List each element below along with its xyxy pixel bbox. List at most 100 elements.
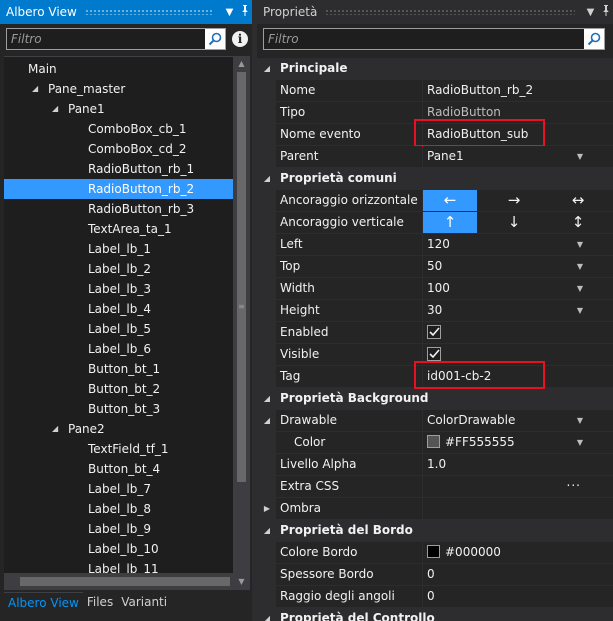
property-value[interactable]: #FF555555	[423, 432, 613, 453]
tab-varianti[interactable]: Varianti	[117, 592, 171, 612]
tab-albero-view[interactable]: Albero View	[4, 592, 83, 612]
anchor-option[interactable]: ↕	[551, 212, 605, 233]
drag-grip[interactable]	[84, 9, 214, 15]
property-value[interactable]: ← → ↔	[423, 190, 613, 211]
property-value[interactable]: 0	[423, 586, 613, 607]
tree-node[interactable]: Label_lb_8	[4, 499, 233, 519]
pin-icon[interactable]	[237, 5, 252, 19]
anchor-option[interactable]: ↓	[487, 212, 541, 233]
tree-node[interactable]: ◢ Pane2	[4, 419, 233, 439]
property-value[interactable]: 30	[423, 300, 613, 321]
expanded-triangle-icon[interactable]: ◢	[262, 520, 272, 541]
checkbox[interactable]	[427, 325, 441, 339]
anchor-option[interactable]: ←	[423, 190, 477, 211]
property-value[interactable]	[423, 344, 613, 365]
color-swatch[interactable]	[427, 435, 440, 448]
tree-node[interactable]: Label_lb_4	[4, 299, 233, 319]
tree-node[interactable]: Button_bt_1	[4, 359, 233, 379]
hscroll-thumb[interactable]	[20, 577, 230, 586]
expanded-triangle-icon[interactable]: ◢	[262, 168, 272, 189]
tree-node[interactable]: ◢ Pane_master	[4, 79, 233, 99]
tree-node[interactable]: ComboBox_cd_2	[4, 139, 233, 159]
tree-horizontal-scrollbar[interactable]	[4, 573, 233, 590]
property-category[interactable]: ◢ Proprietà del Controllo	[257, 608, 613, 621]
property-value[interactable]: 50	[423, 256, 613, 277]
expanded-triangle-icon[interactable]: ◢	[52, 419, 58, 439]
tree-node[interactable]: Label_lb_10	[4, 539, 233, 559]
tree-node[interactable]: Button_bt_4	[4, 459, 233, 479]
tree-node[interactable]: Label_lb_9	[4, 519, 233, 539]
expanded-triangle-icon[interactable]: ◢	[262, 58, 272, 79]
chevron-down-icon[interactable]: ▼	[577, 410, 583, 431]
tree-node[interactable]: RadioButton_rb_1	[4, 159, 233, 179]
tree-node[interactable]: ComboBox_cb_1	[4, 119, 233, 139]
property-value[interactable]	[423, 322, 613, 343]
properties-title-bar[interactable]: Proprietà ▼	[257, 0, 613, 24]
property-value[interactable]: Pane1	[423, 146, 613, 167]
chevron-down-icon[interactable]: ▼	[577, 278, 583, 299]
info-icon[interactable]: i	[232, 31, 248, 47]
expanded-triangle-icon[interactable]: ◢	[262, 410, 272, 431]
chevron-down-icon[interactable]: ▼	[577, 146, 583, 167]
property-category[interactable]: ◢ Proprietà Background	[257, 388, 613, 410]
scroll-thumb[interactable]	[237, 72, 246, 482]
color-swatch[interactable]	[427, 545, 440, 558]
property-value[interactable]: 120	[423, 234, 613, 255]
expanded-triangle-icon[interactable]: ◢	[32, 79, 38, 99]
property-category[interactable]: ◢ Principale	[257, 58, 613, 80]
expanded-triangle-icon[interactable]: ◢	[52, 99, 58, 119]
property-value[interactable]: 100	[423, 278, 613, 299]
expanded-triangle-icon[interactable]: ◢	[262, 388, 272, 409]
chevron-down-icon[interactable]: ▼	[577, 432, 583, 453]
tree-node[interactable]: Label_lb_7	[4, 479, 233, 499]
properties-filter-input[interactable]: Filtro	[263, 28, 605, 50]
tree-node[interactable]: TextArea_ta_1	[4, 219, 233, 239]
tree-node[interactable]: Button_bt_3	[4, 399, 233, 419]
anchor-option[interactable]: ↔	[551, 190, 605, 211]
property-value[interactable]: 1.0	[423, 454, 613, 475]
tree-node[interactable]: Label_lb_3	[4, 279, 233, 299]
checkbox[interactable]	[427, 347, 441, 361]
property-value[interactable]: RadioButton_sub	[423, 124, 613, 145]
chevron-down-icon[interactable]: ▼	[577, 256, 583, 277]
tree-node[interactable]: Label_lb_6	[4, 339, 233, 359]
ellipsis-button[interactable]: ...	[567, 472, 581, 493]
tab-files[interactable]: Files	[83, 592, 117, 612]
property-category[interactable]: ◢ Proprietà comuni	[257, 168, 613, 190]
chevron-down-icon[interactable]: ▼	[577, 300, 583, 321]
search-icon[interactable]	[205, 29, 225, 49]
property-value[interactable]: #000000	[423, 542, 613, 563]
property-value[interactable]	[423, 498, 613, 519]
property-value[interactable]: ↑ ↓ ↕	[423, 212, 613, 233]
chevron-down-icon[interactable]: ▼	[577, 234, 583, 255]
chevron-down-icon[interactable]: ▼	[222, 7, 237, 18]
expanded-triangle-icon[interactable]: ◢	[262, 608, 272, 621]
property-value[interactable]: 0	[423, 564, 613, 585]
property-value[interactable]: RadioButton_rb_2	[423, 80, 613, 101]
tree-node[interactable]: Label_lb_5	[4, 319, 233, 339]
drag-grip[interactable]	[325, 9, 575, 15]
property-value[interactable]: id001-cb-2	[423, 366, 613, 387]
tree-node[interactable]: Label_lb_1	[4, 239, 233, 259]
chevron-down-icon[interactable]: ▼	[583, 7, 598, 18]
property-value[interactable]: ColorDrawable	[423, 410, 613, 431]
property-value[interactable]	[423, 476, 613, 497]
tree-node[interactable]: Main	[4, 59, 233, 79]
anchor-option[interactable]: ↑	[423, 212, 477, 233]
search-icon[interactable]	[584, 29, 604, 49]
tree-node[interactable]: ◢ Pane1	[4, 99, 233, 119]
anchor-option[interactable]: →	[487, 190, 541, 211]
pin-icon[interactable]	[598, 5, 613, 19]
tree-vertical-scrollbar[interactable]: ▲ ≡ ▼	[233, 56, 250, 590]
tree-node[interactable]: TextField_tf_1	[4, 439, 233, 459]
tree-node[interactable]: RadioButton_rb_3	[4, 199, 233, 219]
tree-filter-input[interactable]: Filtro	[6, 28, 226, 50]
tree-node[interactable]: Button_bt_2	[4, 379, 233, 399]
collapsed-triangle-icon[interactable]: ▶	[262, 498, 272, 519]
property-category[interactable]: ◢ Proprietà del Bordo	[257, 520, 613, 542]
tree-node[interactable]: RadioButton_rb_2	[4, 179, 233, 199]
scroll-down-icon[interactable]: ▼	[233, 574, 250, 590]
scroll-up-icon[interactable]: ▲	[233, 56, 250, 72]
tree-view-title-bar[interactable]: Albero View ▼	[0, 0, 252, 24]
tree-node[interactable]: Label_lb_2	[4, 259, 233, 279]
